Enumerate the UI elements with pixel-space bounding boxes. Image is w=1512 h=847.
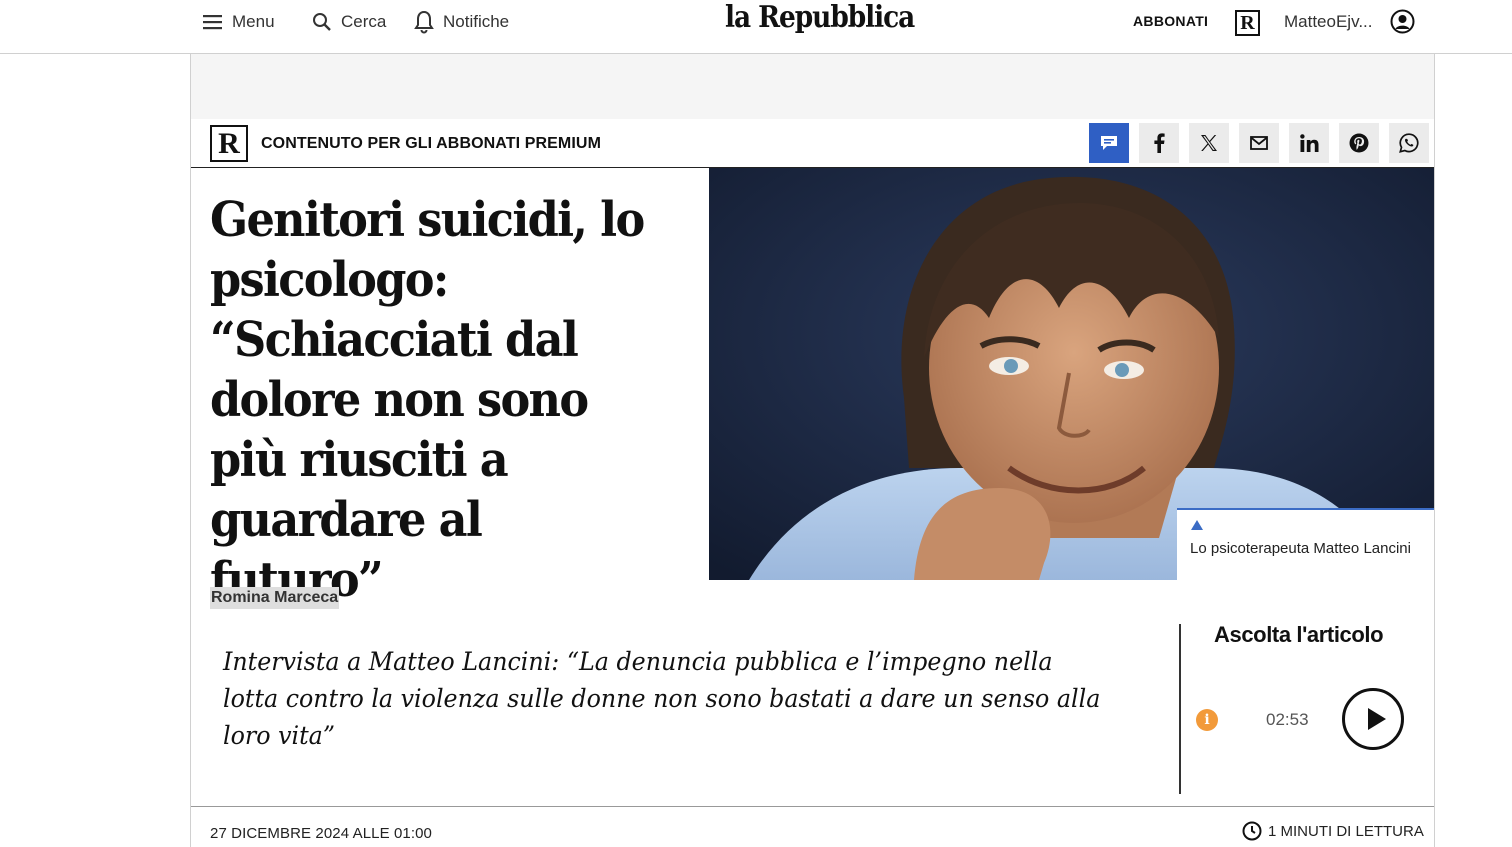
share-linkedin-button[interactable] [1289, 123, 1329, 163]
play-button[interactable] [1342, 688, 1404, 750]
ad-placeholder [191, 54, 1434, 119]
top-header: Menu Cerca Notifiche la Repubblica ABBON… [0, 0, 1512, 54]
notifications-button[interactable]: Notifiche [414, 10, 509, 34]
repubblica-logo[interactable]: la Repubblica [725, 0, 915, 35]
clock-icon [1242, 821, 1262, 841]
reading-time: 1 MINUTI DI LETTURA [1242, 821, 1424, 841]
search-label: Cerca [341, 12, 387, 31]
photo-caption: Lo psicoterapeuta Matteo Lancini [1177, 508, 1434, 580]
facebook-icon [1154, 133, 1165, 153]
share-x-button[interactable] [1189, 123, 1229, 163]
comments-button[interactable] [1089, 123, 1129, 163]
publish-date: 27 DICEMBRE 2024 ALLE 01:00 [210, 825, 433, 842]
search-button[interactable]: Cerca [312, 10, 386, 34]
x-icon [1201, 135, 1217, 151]
r-premium-badge: R [210, 125, 248, 162]
user-name-link[interactable]: MatteoEjv... [1284, 12, 1373, 32]
share-whatsapp-button[interactable] [1389, 123, 1429, 163]
article-photo[interactable]: Lo psicoterapeuta Matteo Lancini [709, 168, 1434, 580]
whatsapp-icon [1399, 133, 1419, 153]
play-icon [1368, 708, 1386, 730]
audio-divider [1179, 624, 1181, 794]
audio-title: Ascolta l'articolo [1214, 622, 1384, 647]
article-summary: Intervista a Matteo Lancini: “La denunci… [223, 647, 1101, 750]
info-icon[interactable]: i [1196, 709, 1218, 731]
article-headline: Genitori suicidi, lo psicologo: “Schiacc… [210, 192, 645, 608]
caption-toggle-icon[interactable] [1191, 520, 1203, 530]
user-account-icon[interactable] [1390, 9, 1415, 34]
hamburger-icon [203, 15, 222, 30]
premium-label: CONTENUTO PER GLI ABBONATI PREMIUM [261, 135, 601, 152]
share-facebook-button[interactable] [1139, 123, 1179, 163]
audio-duration: 02:53 [1266, 710, 1309, 729]
linkedin-icon [1299, 134, 1318, 152]
divider [191, 806, 1434, 807]
mail-icon [1250, 136, 1268, 150]
pinterest-icon [1349, 133, 1369, 153]
notifications-label: Notifiche [443, 12, 510, 31]
share-mail-button[interactable] [1239, 123, 1279, 163]
bell-icon [414, 10, 434, 34]
reading-time-label: 1 MINUTI DI LETTURA [1268, 822, 1424, 840]
menu-label: Menu [232, 12, 275, 31]
comment-icon [1101, 136, 1117, 150]
r-premium-icon[interactable]: R [1235, 10, 1260, 36]
menu-button[interactable]: Menu [203, 10, 275, 34]
subscribe-link[interactable]: ABBONATI [1133, 13, 1208, 29]
premium-bar: R CONTENUTO PER GLI ABBONATI PREMIUM [191, 119, 1434, 168]
author-link[interactable]: Romina Marceca [210, 587, 340, 609]
share-pinterest-button[interactable] [1339, 123, 1379, 163]
search-icon [313, 13, 331, 31]
photo-caption-text: Lo psicoterapeuta Matteo Lancini [1190, 540, 1411, 557]
